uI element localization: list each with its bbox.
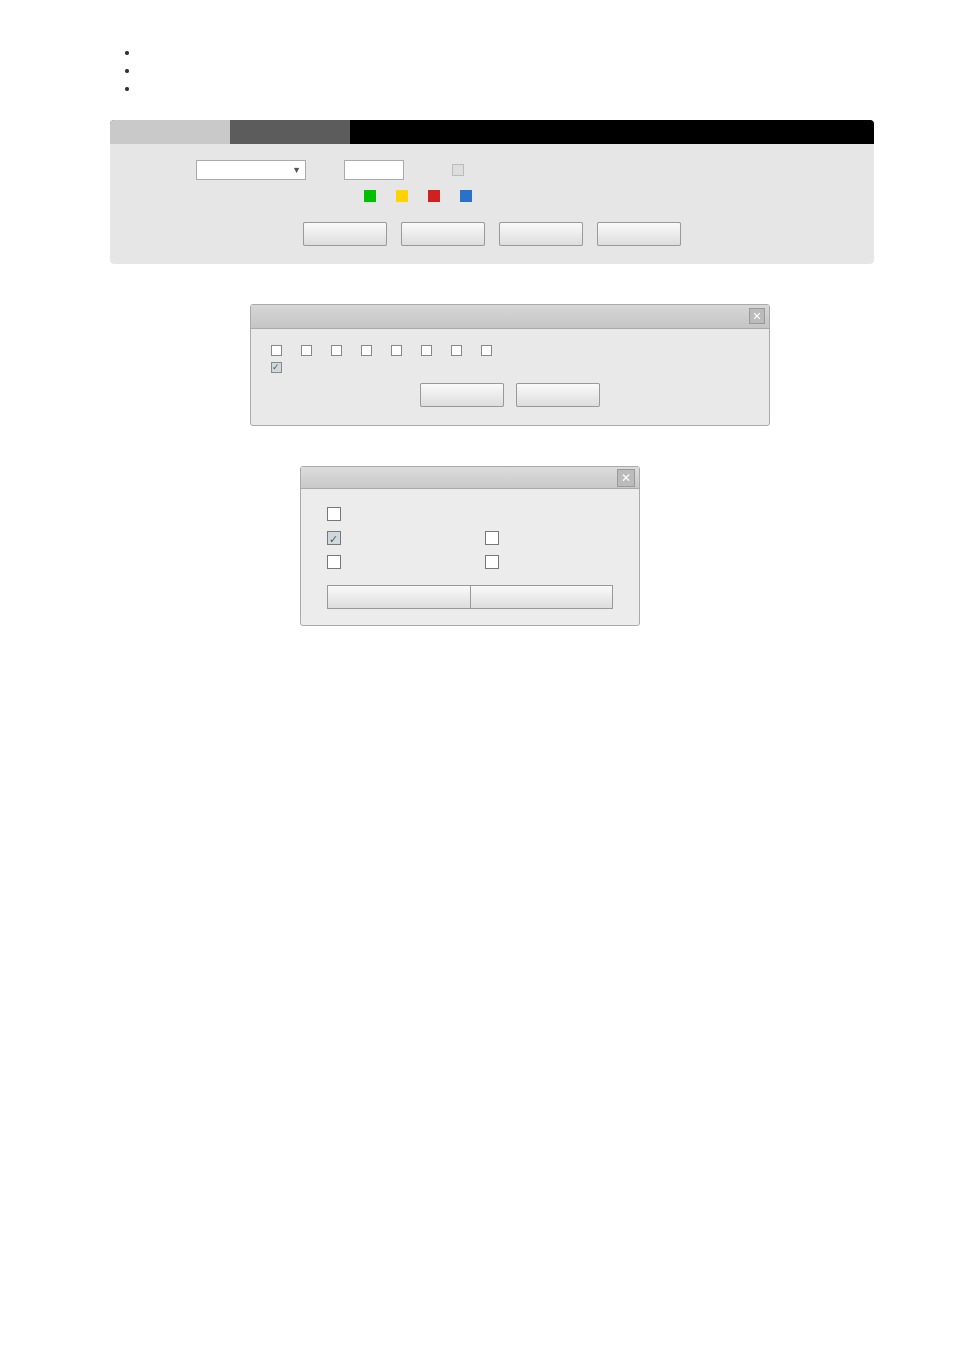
day-all-checkbox[interactable] [271, 345, 282, 356]
legend [364, 190, 860, 202]
copy-all-checkbox[interactable] [327, 507, 341, 521]
day-holiday-checkbox[interactable] [271, 362, 282, 373]
copy-ch3-checkbox[interactable] [327, 555, 341, 569]
legend-md-swatch [396, 190, 408, 202]
tab-snapshot[interactable] [230, 120, 350, 144]
day-tuesday-checkbox[interactable] [361, 345, 372, 356]
bullet-list [0, 12, 954, 108]
chevron-down-icon: ▼ [292, 165, 301, 175]
copy-button[interactable] [303, 222, 387, 246]
day-thursday-checkbox[interactable] [421, 345, 432, 356]
tab-record[interactable] [110, 120, 230, 144]
copy-dialog: ✕ [300, 466, 640, 626]
save-button[interactable] [401, 222, 485, 246]
setup-save-button[interactable] [420, 383, 504, 407]
day-friday-checkbox[interactable] [451, 345, 462, 356]
day-sunday-checkbox[interactable] [301, 345, 312, 356]
close-icon[interactable]: ✕ [749, 308, 765, 324]
default-button[interactable] [597, 222, 681, 246]
legend-alarm-swatch [428, 190, 440, 202]
copy-ch2-checkbox[interactable] [485, 531, 499, 545]
legend-mdalarm-swatch [460, 190, 472, 202]
redundancy-checkbox [452, 164, 464, 176]
day-saturday-checkbox[interactable] [481, 345, 492, 356]
copy-save-button[interactable] [327, 585, 470, 609]
copy-ch1-checkbox[interactable] [327, 531, 341, 545]
legend-regular-swatch [364, 190, 376, 202]
refresh-button[interactable] [499, 222, 583, 246]
day-monday-checkbox[interactable] [331, 345, 342, 356]
prerecord-input[interactable] [344, 160, 404, 180]
setup-cancel-button[interactable] [516, 383, 600, 407]
close-icon[interactable]: ✕ [617, 469, 635, 487]
days-row [265, 345, 755, 356]
day-wednesday-checkbox[interactable] [391, 345, 402, 356]
channel-select[interactable]: ▼ [196, 160, 306, 180]
setup-dialog: ✕ [250, 304, 770, 426]
copy-ch4-checkbox[interactable] [485, 555, 499, 569]
record-schedule-panel: ▼ [110, 120, 874, 264]
copy-cancel-button[interactable] [470, 585, 613, 609]
